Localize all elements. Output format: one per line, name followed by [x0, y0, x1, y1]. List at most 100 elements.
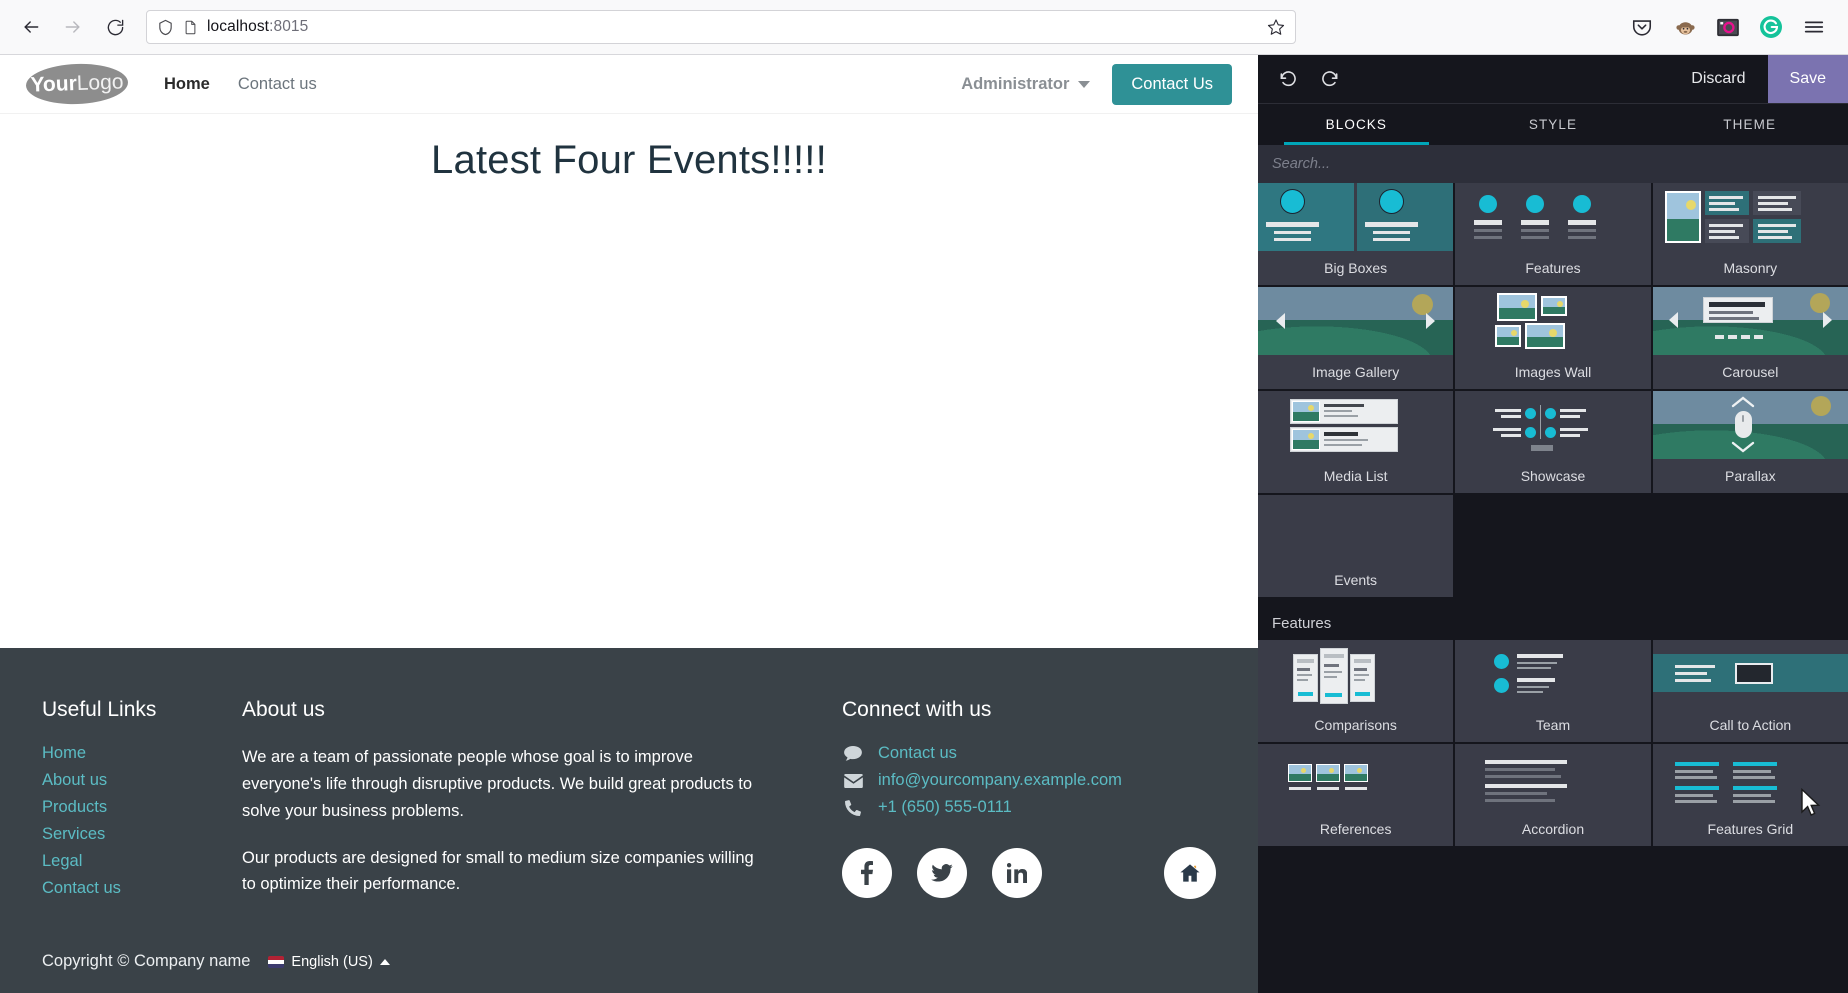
website-preview: YourLogo Home Contact us Administrator C…: [0, 55, 1258, 993]
tab-style[interactable]: STYLE: [1455, 104, 1652, 145]
monkey-extension-icon[interactable]: [1673, 15, 1697, 39]
hamburger-menu-icon[interactable]: [1802, 15, 1826, 39]
block-thumbnail: [1258, 391, 1454, 459]
footer-email-link[interactable]: info@yourcompany.example.com: [878, 771, 1122, 790]
block-thumbnail: [1455, 391, 1651, 459]
site-logo[interactable]: YourLogo: [25, 62, 129, 106]
block-label: Big Boxes: [1324, 260, 1388, 276]
block-label: References: [1319, 821, 1392, 837]
block-media-list[interactable]: Media List: [1258, 391, 1454, 493]
footer-link-home[interactable]: Home: [42, 744, 242, 763]
footer-contact-us-link[interactable]: Contact us: [878, 744, 957, 763]
block-showcase[interactable]: Showcase: [1455, 391, 1651, 493]
block-label: Features Grid: [1707, 821, 1794, 837]
reload-icon[interactable]: [98, 10, 132, 44]
block-label: Events: [1334, 572, 1378, 588]
discard-button[interactable]: Discard: [1669, 55, 1767, 103]
language-selector[interactable]: English (US): [268, 954, 390, 970]
pocket-icon[interactable]: [1630, 15, 1654, 39]
footer-link-services[interactable]: Services: [42, 825, 242, 844]
editor-actions: Discard Save: [1669, 55, 1848, 103]
block-team[interactable]: Team: [1455, 640, 1651, 742]
page-title: Latest Four Events!!!!!: [431, 138, 827, 182]
structure-blocks-grid: Big Boxes Features Masonry Image Gallery…: [1258, 183, 1848, 597]
home-icon[interactable]: [1164, 847, 1216, 900]
chevron-up-icon: [379, 958, 390, 965]
nav-item-home[interactable]: Home: [164, 75, 210, 94]
block-thumbnail: [1455, 640, 1651, 708]
site-navigation: Home Contact us: [164, 75, 317, 94]
footer-link-about-us[interactable]: About us: [42, 771, 242, 790]
block-accordion[interactable]: Accordion: [1455, 744, 1651, 846]
block-masonry[interactable]: Masonry: [1652, 183, 1848, 285]
block-thumbnail: [1258, 744, 1454, 812]
blocks-list[interactable]: Big Boxes Features Masonry Image Gallery…: [1258, 183, 1848, 993]
footer-link-products[interactable]: Products: [42, 798, 242, 817]
block-label: Image Gallery: [1312, 364, 1400, 380]
block-label: Features: [1525, 260, 1581, 276]
footer-useful-links-title: Useful Links: [42, 698, 157, 722]
browser-extensions: [1630, 15, 1834, 39]
footer-about-paragraph-2: Our products are designed for small to m…: [242, 848, 754, 894]
address-bar[interactable]: localhost:8015: [146, 10, 1296, 44]
site-footer: Useful Links Home About us Products Serv…: [0, 648, 1258, 993]
browser-toolbar: localhost:8015: [0, 0, 1848, 55]
grammarly-icon[interactable]: [1759, 15, 1783, 39]
block-label: Carousel: [1722, 364, 1779, 380]
block-thumbnail: [1652, 744, 1848, 812]
block-label: Media List: [1323, 468, 1388, 484]
footer-phone-link[interactable]: +1 (650) 555-0111: [878, 798, 1012, 817]
shield-icon: [157, 19, 174, 36]
block-carousel[interactable]: Carousel: [1652, 287, 1848, 389]
tab-blocks[interactable]: BLOCKS: [1258, 104, 1455, 145]
block-thumbnail: [1652, 287, 1848, 355]
block-image-gallery[interactable]: Image Gallery: [1258, 287, 1454, 389]
block-thumbnail: [1258, 287, 1454, 355]
footer-about-title: About us: [242, 698, 325, 722]
screenshot-extension-icon[interactable]: [1716, 15, 1740, 39]
features-section-title: Features: [1272, 615, 1332, 632]
footer-phone-row: +1 (650) 555-0111: [842, 798, 1216, 817]
nav-item-contact-us[interactable]: Contact us: [238, 75, 317, 94]
forward-arrow-icon[interactable]: [56, 10, 90, 44]
features-blocks-grid: Comparisons Team Call to Action Referenc…: [1258, 640, 1848, 846]
redo-icon[interactable]: [1320, 69, 1340, 89]
block-parallax[interactable]: Parallax: [1652, 391, 1848, 493]
block-label: Showcase: [1520, 468, 1586, 484]
block-features-grid[interactable]: Features Grid: [1652, 744, 1848, 846]
twitter-icon[interactable]: [917, 848, 967, 899]
block-label: Call to Action: [1709, 717, 1792, 733]
block-thumbnail: [1258, 495, 1454, 563]
block-events[interactable]: Events: [1258, 495, 1454, 597]
save-button[interactable]: Save: [1767, 55, 1848, 103]
footer-contact-row: Contact us: [842, 744, 1216, 763]
undo-icon[interactable]: [1278, 69, 1298, 89]
page-icon: [183, 19, 198, 36]
back-arrow-icon[interactable]: [14, 10, 48, 44]
facebook-icon[interactable]: [842, 848, 892, 899]
block-thumbnail: [1455, 744, 1651, 812]
block-label: Parallax: [1725, 468, 1776, 484]
block-label: Accordion: [1521, 821, 1585, 837]
tab-theme[interactable]: THEME: [1651, 104, 1848, 145]
browser-window: localhost:8015 YourLogo Home Contact us …: [0, 0, 1848, 993]
url-text: localhost:8015: [207, 18, 309, 35]
block-big-boxes[interactable]: Big Boxes: [1258, 183, 1454, 285]
star-icon[interactable]: [1267, 18, 1285, 36]
block-references[interactable]: References: [1258, 744, 1454, 846]
block-thumbnail: [1652, 640, 1848, 708]
linkedin-icon[interactable]: [992, 848, 1042, 899]
footer-connect-title: Connect with us: [842, 698, 992, 722]
footer-link-legal[interactable]: Legal: [42, 852, 242, 871]
user-menu[interactable]: Administrator: [961, 75, 1091, 94]
contact-us-button[interactable]: Contact Us: [1112, 63, 1232, 105]
search-input[interactable]: [1272, 156, 1834, 172]
block-comparisons[interactable]: Comparisons: [1258, 640, 1454, 742]
block-label: Team: [1535, 717, 1571, 733]
block-call-to-action[interactable]: Call to Action: [1652, 640, 1848, 742]
block-images-wall[interactable]: Images Wall: [1455, 287, 1651, 389]
blocks-search-bar[interactable]: [1258, 145, 1848, 183]
website-editor-panel: Discard Save BLOCKS STYLE THEME Search..…: [1258, 55, 1848, 993]
block-features[interactable]: Features: [1455, 183, 1651, 285]
footer-link-contact-us[interactable]: Contact us: [42, 879, 242, 898]
